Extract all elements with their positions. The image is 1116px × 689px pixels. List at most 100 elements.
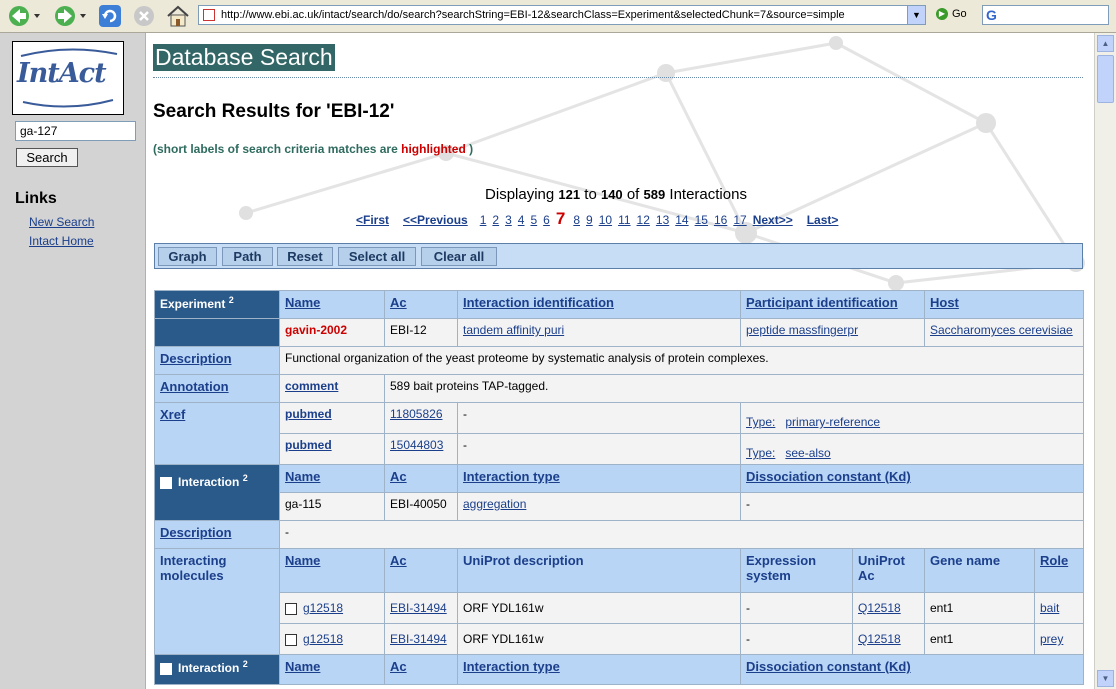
search-button[interactable]: Search bbox=[16, 148, 78, 167]
description-label-link[interactable]: Description bbox=[160, 351, 232, 366]
col-interaction-type[interactable]: Interaction type bbox=[457, 464, 741, 493]
col-kd[interactable]: Dissociation constant (Kd) bbox=[739, 654, 1085, 685]
select-all-button[interactable]: Select all bbox=[338, 247, 416, 266]
xref-db-link[interactable]: pubmed bbox=[285, 438, 332, 452]
col-ac[interactable]: Ac bbox=[384, 290, 458, 319]
col-name[interactable]: Name bbox=[279, 654, 385, 685]
interaction-id-link[interactable]: tandem affinity puri bbox=[463, 323, 564, 337]
pager-page[interactable]: 5 bbox=[530, 213, 537, 227]
col-interaction-type-link[interactable]: Interaction type bbox=[463, 469, 560, 484]
col-ac[interactable]: Ac bbox=[384, 464, 458, 493]
col-kd-link[interactable]: Dissociation constant (Kd) bbox=[746, 469, 911, 484]
molecule-uniprot-link[interactable]: Q12518 bbox=[858, 632, 901, 646]
xref-type-link[interactable]: see-also bbox=[785, 446, 830, 460]
col-name-link[interactable]: Name bbox=[285, 295, 320, 310]
scroll-up-icon[interactable]: ▲ bbox=[1097, 35, 1114, 52]
pager-page[interactable]: 17 bbox=[733, 213, 746, 227]
col-host-link[interactable]: Host bbox=[930, 295, 959, 310]
pager-page[interactable]: 4 bbox=[518, 213, 525, 227]
graph-button[interactable]: Graph bbox=[158, 247, 217, 266]
xref-label-link[interactable]: Xref bbox=[160, 407, 185, 422]
col-interaction-type-link[interactable]: Interaction type bbox=[463, 659, 560, 674]
col-name-link[interactable]: Name bbox=[285, 659, 320, 674]
pager-page[interactable]: 12 bbox=[637, 213, 650, 227]
xref-type-label[interactable]: Type: bbox=[746, 415, 775, 429]
back-button[interactable] bbox=[6, 4, 42, 28]
pager-page[interactable]: 3 bbox=[505, 213, 512, 227]
col-ac-link[interactable]: Ac bbox=[390, 295, 407, 310]
col-interaction-identification[interactable]: Interaction identification bbox=[457, 290, 741, 319]
col-name-link[interactable]: Name bbox=[285, 469, 320, 484]
pager-page[interactable]: 2 bbox=[492, 213, 499, 227]
pager-page[interactable]: 14 bbox=[675, 213, 688, 227]
pager-page[interactable]: 10 bbox=[599, 213, 612, 227]
molecule-checkbox[interactable] bbox=[285, 633, 297, 646]
col-name-link[interactable]: Name bbox=[285, 553, 320, 568]
xref-id-link[interactable]: 11805826 bbox=[390, 407, 443, 421]
col-ac[interactable]: Ac bbox=[384, 654, 458, 685]
intact-logo[interactable]: IntAct bbox=[12, 41, 124, 115]
host-link[interactable]: Saccharomyces cerevisiae bbox=[930, 323, 1073, 337]
pager-last[interactable]: Last> bbox=[807, 213, 839, 227]
molecule-checkbox[interactable] bbox=[285, 602, 297, 615]
description-label-link[interactable]: Description bbox=[160, 525, 232, 540]
go-button[interactable]: ▶ Go bbox=[936, 8, 967, 20]
pager-page[interactable]: 1 bbox=[480, 213, 487, 227]
molecule-role-link[interactable]: prey bbox=[1040, 632, 1063, 646]
col-interaction-type[interactable]: Interaction type bbox=[457, 654, 741, 685]
chevron-down-icon[interactable]: ▼ bbox=[907, 6, 925, 24]
annotation-label[interactable]: Annotation bbox=[154, 374, 280, 403]
col-participant-identification[interactable]: Participant identification bbox=[740, 290, 925, 319]
pager-page[interactable]: 9 bbox=[586, 213, 593, 227]
col-ac[interactable]: Ac bbox=[384, 548, 458, 593]
interaction2-sup[interactable]: 2 bbox=[243, 659, 248, 669]
xref-id-link[interactable]: 15044803 bbox=[390, 438, 443, 452]
col-kd[interactable]: Dissociation constant (Kd) bbox=[739, 464, 1085, 493]
intact-home-link[interactable]: Intact Home bbox=[29, 234, 94, 248]
xref-type-label[interactable]: Type: bbox=[746, 446, 775, 460]
molecule-name-link[interactable]: g12518 bbox=[303, 601, 343, 615]
col-participant-identification-link[interactable]: Participant identification bbox=[746, 295, 898, 310]
molecule-ac-link[interactable]: EBI-31494 bbox=[390, 601, 447, 615]
description-label[interactable]: Description bbox=[154, 346, 280, 375]
experiment-sup[interactable]: 2 bbox=[229, 295, 234, 305]
scroll-thumb[interactable] bbox=[1097, 55, 1114, 103]
col-name[interactable]: Name bbox=[279, 548, 385, 593]
molecule-name-link[interactable]: g12518 bbox=[303, 632, 343, 646]
clear-all-button[interactable]: Clear all bbox=[421, 247, 497, 266]
pager-previous[interactable]: <<Previous bbox=[403, 213, 468, 227]
xref-db-link[interactable]: pubmed bbox=[285, 407, 332, 421]
new-search-link[interactable]: New Search bbox=[29, 215, 94, 229]
pager-page[interactable]: 11 bbox=[618, 213, 630, 227]
search-input[interactable]: ga-127 bbox=[15, 121, 136, 141]
col-name[interactable]: Name bbox=[279, 464, 385, 493]
molecule-ac-link[interactable]: EBI-31494 bbox=[390, 632, 447, 646]
col-host[interactable]: Host bbox=[923, 290, 1085, 319]
stop-button[interactable] bbox=[131, 4, 157, 28]
participant-id-link[interactable]: peptide massfingerpr bbox=[746, 323, 858, 337]
col-name[interactable]: Name bbox=[279, 290, 385, 319]
interaction-sup[interactable]: 2 bbox=[243, 473, 248, 483]
col-kd-link[interactable]: Dissociation constant (Kd) bbox=[746, 659, 911, 674]
annotation-topic-link[interactable]: comment bbox=[285, 379, 338, 393]
reset-button[interactable]: Reset bbox=[277, 247, 333, 266]
scroll-down-icon[interactable]: ▼ bbox=[1097, 670, 1114, 687]
pager-page[interactable]: 15 bbox=[695, 213, 708, 227]
interaction2-checkbox[interactable] bbox=[160, 662, 172, 675]
path-button[interactable]: Path bbox=[222, 247, 273, 266]
address-bar[interactable]: http://www.ebi.ac.uk/intact/search/do/se… bbox=[198, 5, 926, 25]
pager-next[interactable]: Next>> bbox=[753, 213, 793, 227]
interaction-type-link[interactable]: aggregation bbox=[463, 497, 526, 511]
refresh-button[interactable] bbox=[97, 4, 123, 28]
interaction-checkbox[interactable] bbox=[160, 476, 172, 489]
col-ac-link[interactable]: Ac bbox=[390, 659, 407, 674]
col-role[interactable]: Role bbox=[1033, 548, 1085, 593]
molecule-uniprot-link[interactable]: Q12518 bbox=[858, 601, 901, 615]
vertical-scrollbar[interactable]: ▲ ▼ bbox=[1094, 33, 1116, 689]
col-ac-link[interactable]: Ac bbox=[390, 469, 407, 484]
molecule-role-link[interactable]: bait bbox=[1040, 601, 1059, 615]
xref-type-link[interactable]: primary-reference bbox=[785, 415, 880, 429]
description-label[interactable]: Description bbox=[154, 520, 280, 549]
col-ac-link[interactable]: Ac bbox=[390, 553, 407, 568]
pager-page[interactable]: 13 bbox=[656, 213, 669, 227]
